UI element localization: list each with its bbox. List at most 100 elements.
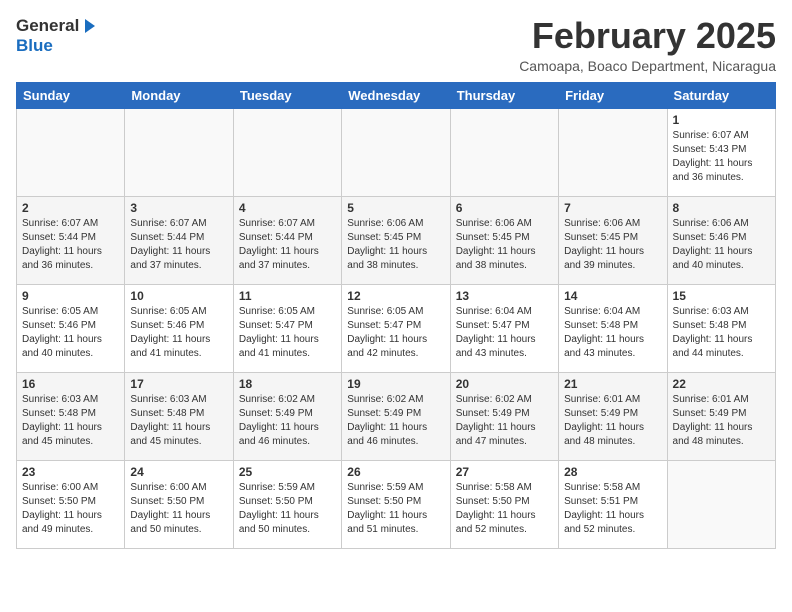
day-number: 20 [456,377,553,391]
logo-general-text: General [16,16,79,36]
calendar-week-row: 1 Sunrise: 6:07 AM Sunset: 5:43 PM Daylig… [17,108,776,196]
day-number: 11 [239,289,336,303]
day-info: Sunrise: 6:06 AM Sunset: 5:46 PM Dayligh… [673,217,770,273]
day-number: 9 [22,289,119,303]
calendar-cell [125,108,233,196]
day-info: Sunrise: 5:59 AM Sunset: 5:50 PM Dayligh… [239,481,336,537]
calendar-cell [17,108,125,196]
logo-triangle-icon [85,19,95,33]
day-number: 21 [564,377,661,391]
calendar-cell: 21 Sunrise: 6:01 AM Sunset: 5:49 PM Dayli… [559,372,667,460]
day-number: 24 [130,465,227,479]
day-info: Sunrise: 6:05 AM Sunset: 5:46 PM Dayligh… [130,305,227,361]
calendar-cell: 10 Sunrise: 6:05 AM Sunset: 5:46 PM Dayli… [125,284,233,372]
day-info: Sunrise: 6:05 AM Sunset: 5:46 PM Dayligh… [22,305,119,361]
calendar-cell: 12 Sunrise: 6:05 AM Sunset: 5:47 PM Dayli… [342,284,450,372]
calendar-cell: 25 Sunrise: 5:59 AM Sunset: 5:50 PM Dayli… [233,460,341,548]
day-info: Sunrise: 6:02 AM Sunset: 5:49 PM Dayligh… [347,393,444,449]
calendar-cell: 17 Sunrise: 6:03 AM Sunset: 5:48 PM Dayli… [125,372,233,460]
calendar-cell: 19 Sunrise: 6:02 AM Sunset: 5:49 PM Dayli… [342,372,450,460]
weekday-header: Tuesday [233,82,341,108]
calendar-cell: 20Sunrise: 6:02 AM Sunset: 5:49 PM Dayli… [450,372,558,460]
calendar-cell: 15Sunrise: 6:03 AM Sunset: 5:48 PM Dayli… [667,284,775,372]
calendar-cell: 5Sunrise: 6:06 AM Sunset: 5:45 PM Daylig… [342,196,450,284]
day-number: 18 [239,377,336,391]
calendar-cell: 22 Sunrise: 6:01 AM Sunset: 5:49 PM Dayli… [667,372,775,460]
day-info: Sunrise: 6:06 AM Sunset: 5:45 PM Dayligh… [456,217,553,273]
calendar-cell [450,108,558,196]
day-info: Sunrise: 6:05 AM Sunset: 5:47 PM Dayligh… [347,305,444,361]
calendar-cell: 13 Sunrise: 6:04 AM Sunset: 5:47 PM Dayli… [450,284,558,372]
day-number: 26 [347,465,444,479]
month-year-title: February 2025 [519,16,776,56]
day-info: Sunrise: 6:02 AM Sunset: 5:49 PM Dayligh… [239,393,336,449]
day-number: 1 [673,113,770,127]
day-info: Sunrise: 6:07 AM Sunset: 5:44 PM Dayligh… [130,217,227,273]
day-number: 27 [456,465,553,479]
logo: General Blue [16,16,95,56]
day-number: 12 [347,289,444,303]
day-info: Sunrise: 6:06 AM Sunset: 5:45 PM Dayligh… [347,217,444,273]
day-info: Sunrise: 6:04 AM Sunset: 5:47 PM Dayligh… [456,305,553,361]
calendar-cell: 9 Sunrise: 6:05 AM Sunset: 5:46 PM Daylig… [17,284,125,372]
calendar-cell: 27 Sunrise: 5:58 AM Sunset: 5:50 PM Dayli… [450,460,558,548]
day-info: Sunrise: 6:05 AM Sunset: 5:47 PM Dayligh… [239,305,336,361]
calendar-cell: 14Sunrise: 6:04 AM Sunset: 5:48 PM Dayli… [559,284,667,372]
day-number: 7 [564,201,661,215]
day-info: Sunrise: 5:58 AM Sunset: 5:50 PM Dayligh… [456,481,553,537]
day-number: 19 [347,377,444,391]
calendar-cell: 24 Sunrise: 6:00 AM Sunset: 5:50 PM Dayli… [125,460,233,548]
title-block: February 2025 Camoapa, Boaco Department,… [519,16,776,74]
day-info: Sunrise: 6:04 AM Sunset: 5:48 PM Dayligh… [564,305,661,361]
calendar-cell: 1 Sunrise: 6:07 AM Sunset: 5:43 PM Daylig… [667,108,775,196]
day-info: Sunrise: 6:07 AM Sunset: 5:44 PM Dayligh… [22,217,119,273]
day-info: Sunrise: 6:00 AM Sunset: 5:50 PM Dayligh… [130,481,227,537]
day-info: Sunrise: 6:00 AM Sunset: 5:50 PM Dayligh… [22,481,119,537]
calendar-week-row: 23 Sunrise: 6:00 AM Sunset: 5:50 PM Dayli… [17,460,776,548]
day-number: 2 [22,201,119,215]
day-number: 6 [456,201,553,215]
day-info: Sunrise: 6:03 AM Sunset: 5:48 PM Dayligh… [130,393,227,449]
calendar-cell: 7Sunrise: 6:06 AM Sunset: 5:45 PM Daylig… [559,196,667,284]
calendar-cell: 2 Sunrise: 6:07 AM Sunset: 5:44 PM Daylig… [17,196,125,284]
calendar-cell: 3Sunrise: 6:07 AM Sunset: 5:44 PM Daylig… [125,196,233,284]
calendar-header-row: SundayMondayTuesdayWednesdayThursdayFrid… [17,82,776,108]
calendar-cell [233,108,341,196]
weekday-header: Monday [125,82,233,108]
calendar-cell: 23 Sunrise: 6:00 AM Sunset: 5:50 PM Dayli… [17,460,125,548]
weekday-header: Sunday [17,82,125,108]
weekday-header: Thursday [450,82,558,108]
calendar-cell [667,460,775,548]
day-info: Sunrise: 6:01 AM Sunset: 5:49 PM Dayligh… [673,393,770,449]
day-number: 13 [456,289,553,303]
page-header: General Blue February 2025 Camoapa, Boac… [16,16,776,74]
calendar-table: SundayMondayTuesdayWednesdayThursdayFrid… [16,82,776,549]
day-number: 22 [673,377,770,391]
calendar-cell: 6 Sunrise: 6:06 AM Sunset: 5:45 PM Daylig… [450,196,558,284]
calendar-cell: 18 Sunrise: 6:02 AM Sunset: 5:49 PM Dayli… [233,372,341,460]
calendar-cell: 11 Sunrise: 6:05 AM Sunset: 5:47 PM Dayli… [233,284,341,372]
day-number: 10 [130,289,227,303]
day-info: Sunrise: 6:07 AM Sunset: 5:44 PM Dayligh… [239,217,336,273]
weekday-header: Wednesday [342,82,450,108]
day-number: 16 [22,377,119,391]
calendar-cell: 26 Sunrise: 5:59 AM Sunset: 5:50 PM Dayli… [342,460,450,548]
day-info: Sunrise: 6:03 AM Sunset: 5:48 PM Dayligh… [673,305,770,361]
day-number: 28 [564,465,661,479]
calendar-week-row: 16 Sunrise: 6:03 AM Sunset: 5:48 PM Dayli… [17,372,776,460]
calendar-week-row: 2 Sunrise: 6:07 AM Sunset: 5:44 PM Daylig… [17,196,776,284]
weekday-header: Friday [559,82,667,108]
calendar-cell [342,108,450,196]
calendar-cell: 4Sunrise: 6:07 AM Sunset: 5:44 PM Daylig… [233,196,341,284]
calendar-cell [559,108,667,196]
day-info: Sunrise: 6:03 AM Sunset: 5:48 PM Dayligh… [22,393,119,449]
day-number: 17 [130,377,227,391]
day-info: Sunrise: 6:07 AM Sunset: 5:43 PM Dayligh… [673,129,770,185]
calendar-cell: 8 Sunrise: 6:06 AM Sunset: 5:46 PM Daylig… [667,196,775,284]
day-info: Sunrise: 5:58 AM Sunset: 5:51 PM Dayligh… [564,481,661,537]
day-number: 23 [22,465,119,479]
day-number: 25 [239,465,336,479]
day-info: Sunrise: 6:01 AM Sunset: 5:49 PM Dayligh… [564,393,661,449]
day-info: Sunrise: 5:59 AM Sunset: 5:50 PM Dayligh… [347,481,444,537]
day-number: 8 [673,201,770,215]
